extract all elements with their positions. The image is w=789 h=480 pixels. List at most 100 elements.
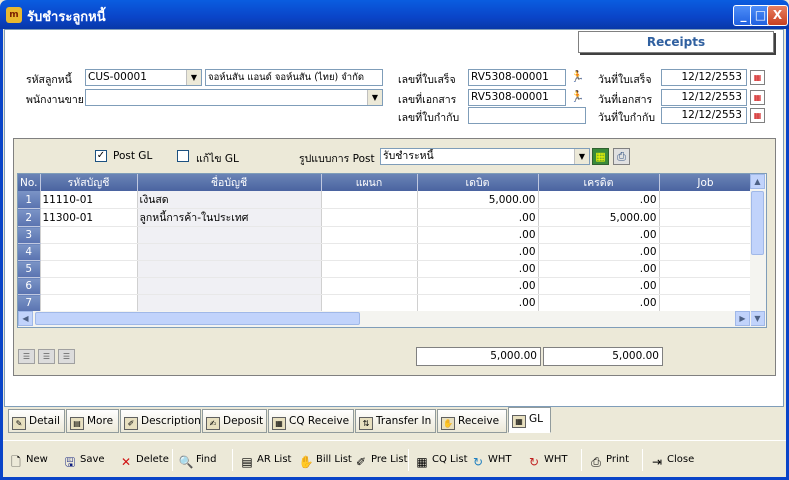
close-window-button[interactable]: X [767,5,788,26]
department-cell[interactable] [321,226,418,244]
credit-cell[interactable]: 5,000.00 [538,208,660,227]
debit-cell[interactable]: .00 [417,277,539,295]
department-cell[interactable] [321,260,418,278]
insert-row-icon[interactable]: ☰ [18,349,35,364]
chevron-down-icon[interactable]: ▼ [186,70,201,85]
cq-list-button[interactable]: ▦ CQ List [414,452,467,470]
chevron-down-icon[interactable]: ▼ [574,149,589,164]
doc-date-field[interactable]: 12/12/2553 [661,89,747,106]
account-name-cell[interactable] [137,226,322,244]
wht-button[interactable]: ↻ WHT [470,452,512,470]
job-cell[interactable] [659,277,753,295]
tab-receive[interactable]: ✋ Receive [437,409,507,433]
table-row[interactable]: 4 .00.00 [18,243,753,261]
scroll-left-icon[interactable]: ◀ [18,311,33,326]
account-name-cell[interactable] [137,277,322,295]
job-cell[interactable] [659,208,753,227]
account-code-cell[interactable] [40,243,138,261]
account-code-cell[interactable] [40,226,138,244]
debit-cell[interactable]: .00 [417,294,539,312]
account-name-cell[interactable] [137,294,322,312]
tab-description[interactable]: ✐ Description [120,409,201,433]
receipt-no-field[interactable]: RV5308-00001 [468,69,566,86]
run-icon[interactable]: 🏃 [569,89,586,106]
credit-cell[interactable]: .00 [538,243,660,261]
job-cell[interactable] [659,226,753,244]
job-cell[interactable] [659,191,753,209]
run-icon[interactable]: 🏃 [569,69,586,86]
gl-preview-icon[interactable]: ⎙ [613,148,630,165]
col-header-credit[interactable]: เครดิต [538,174,660,191]
department-cell[interactable] [321,243,418,261]
account-name-cell[interactable]: เงินสด [137,191,322,209]
scroll-thumb[interactable] [751,191,764,255]
close-button[interactable]: ⇥ Close [649,452,694,470]
job-cell[interactable] [659,260,753,278]
job-cell[interactable] [659,243,753,261]
tab-more[interactable]: ▤ More [66,409,119,433]
print-button[interactable]: ⎙ Print [588,452,629,470]
find-button[interactable]: 🔍 Find [178,452,217,470]
col-header-department[interactable]: แผนก [321,174,418,191]
table-row[interactable]: 7 .00.00 [18,294,753,312]
col-header-account-code[interactable]: รหัสบัญชี [40,174,138,191]
department-cell[interactable] [321,208,418,227]
debit-cell[interactable]: .00 [417,226,539,244]
job-cell[interactable] [659,294,753,312]
col-header-job[interactable]: Job [659,174,753,191]
calendar-icon[interactable]: ▦ [750,108,765,123]
salesperson-combo[interactable]: ▼ [85,89,383,106]
department-cell[interactable] [321,191,418,209]
tab-detail[interactable]: ✎ Detail [8,409,65,433]
account-code-cell[interactable] [40,294,138,312]
debit-cell[interactable]: .00 [417,208,539,227]
grid-horizontal-scrollbar[interactable]: ◀ ▶ [18,311,751,327]
credit-cell[interactable]: .00 [538,260,660,278]
customer-name-field[interactable]: จอห์นสัน แอนด์ จอห์นสัน (ไทย) จำกัด [205,69,383,86]
gl-post-icon[interactable]: ▦ [592,148,609,165]
chevron-down-icon[interactable]: ▼ [367,90,382,105]
col-header-account-name[interactable]: ชื่อบัญชี [137,174,322,191]
invoice-no-field[interactable] [468,107,586,124]
credit-cell[interactable]: .00 [538,294,660,312]
col-header-debit[interactable]: เดบิต [417,174,539,191]
table-row[interactable]: 5 .00.00 [18,260,753,278]
account-name-cell[interactable] [137,260,322,278]
account-code-cell[interactable]: 11300-01 [40,208,138,227]
account-code-cell[interactable] [40,277,138,295]
credit-cell[interactable]: .00 [538,226,660,244]
debit-cell[interactable]: .00 [417,260,539,278]
tab-deposit[interactable]: ✍ Deposit [202,409,267,433]
debit-cell[interactable]: 5,000.00 [417,191,539,209]
account-name-cell[interactable] [137,243,322,261]
department-cell[interactable] [321,294,418,312]
table-row[interactable]: 2 11300-01 ลูกหนี้การค้า-ในประเทศ .00 5,000.… [18,208,753,227]
table-row[interactable]: 6 .00.00 [18,277,753,295]
tab-transfer-in[interactable]: ⇅ Transfer In [355,409,436,433]
scroll-right-icon[interactable]: ▶ [735,311,750,326]
grid-vertical-scrollbar[interactable]: ▲ ▼ [750,174,766,327]
customer-code-combo[interactable]: CUS-00001 ▼ [85,69,202,86]
table-row[interactable]: 1 11110-01 เงินสด 5,000.00.00 [18,191,753,209]
gl-grid[interactable]: No. รหัสบัญชี ชื่อบัญชี แผนก เดบิต เครดิ… [17,173,767,328]
calendar-icon[interactable]: ▦ [750,90,765,105]
tab-gl[interactable]: ▦ GL [508,407,551,433]
col-header-no[interactable]: No. [18,174,41,191]
credit-cell[interactable]: .00 [538,191,660,209]
delete-button[interactable]: ✕ Delete [118,452,169,470]
delete-row-icon[interactable]: ☰ [38,349,55,364]
scroll-thumb[interactable] [35,312,360,325]
new-button[interactable]: 🗋 New [8,452,48,470]
scroll-down-icon[interactable]: ▼ [750,311,765,326]
save-button[interactable]: 🖫 Save [62,452,105,470]
receipt-date-field[interactable]: 12/12/2553 [661,69,747,86]
credit-cell[interactable]: .00 [538,277,660,295]
invoice-date-field[interactable]: 12/12/2553 [661,107,747,124]
post-format-combo[interactable]: รับชำระหนี้ ▼ [380,148,590,165]
wht-button-2[interactable]: ↻ WHT [526,452,568,470]
tab-cq-receive[interactable]: ▦ CQ Receive [268,409,354,433]
debit-cell[interactable]: .00 [417,243,539,261]
scroll-up-icon[interactable]: ▲ [750,174,765,189]
account-code-cell[interactable] [40,260,138,278]
bill-list-button[interactable]: ✋ Bill List [298,452,352,470]
